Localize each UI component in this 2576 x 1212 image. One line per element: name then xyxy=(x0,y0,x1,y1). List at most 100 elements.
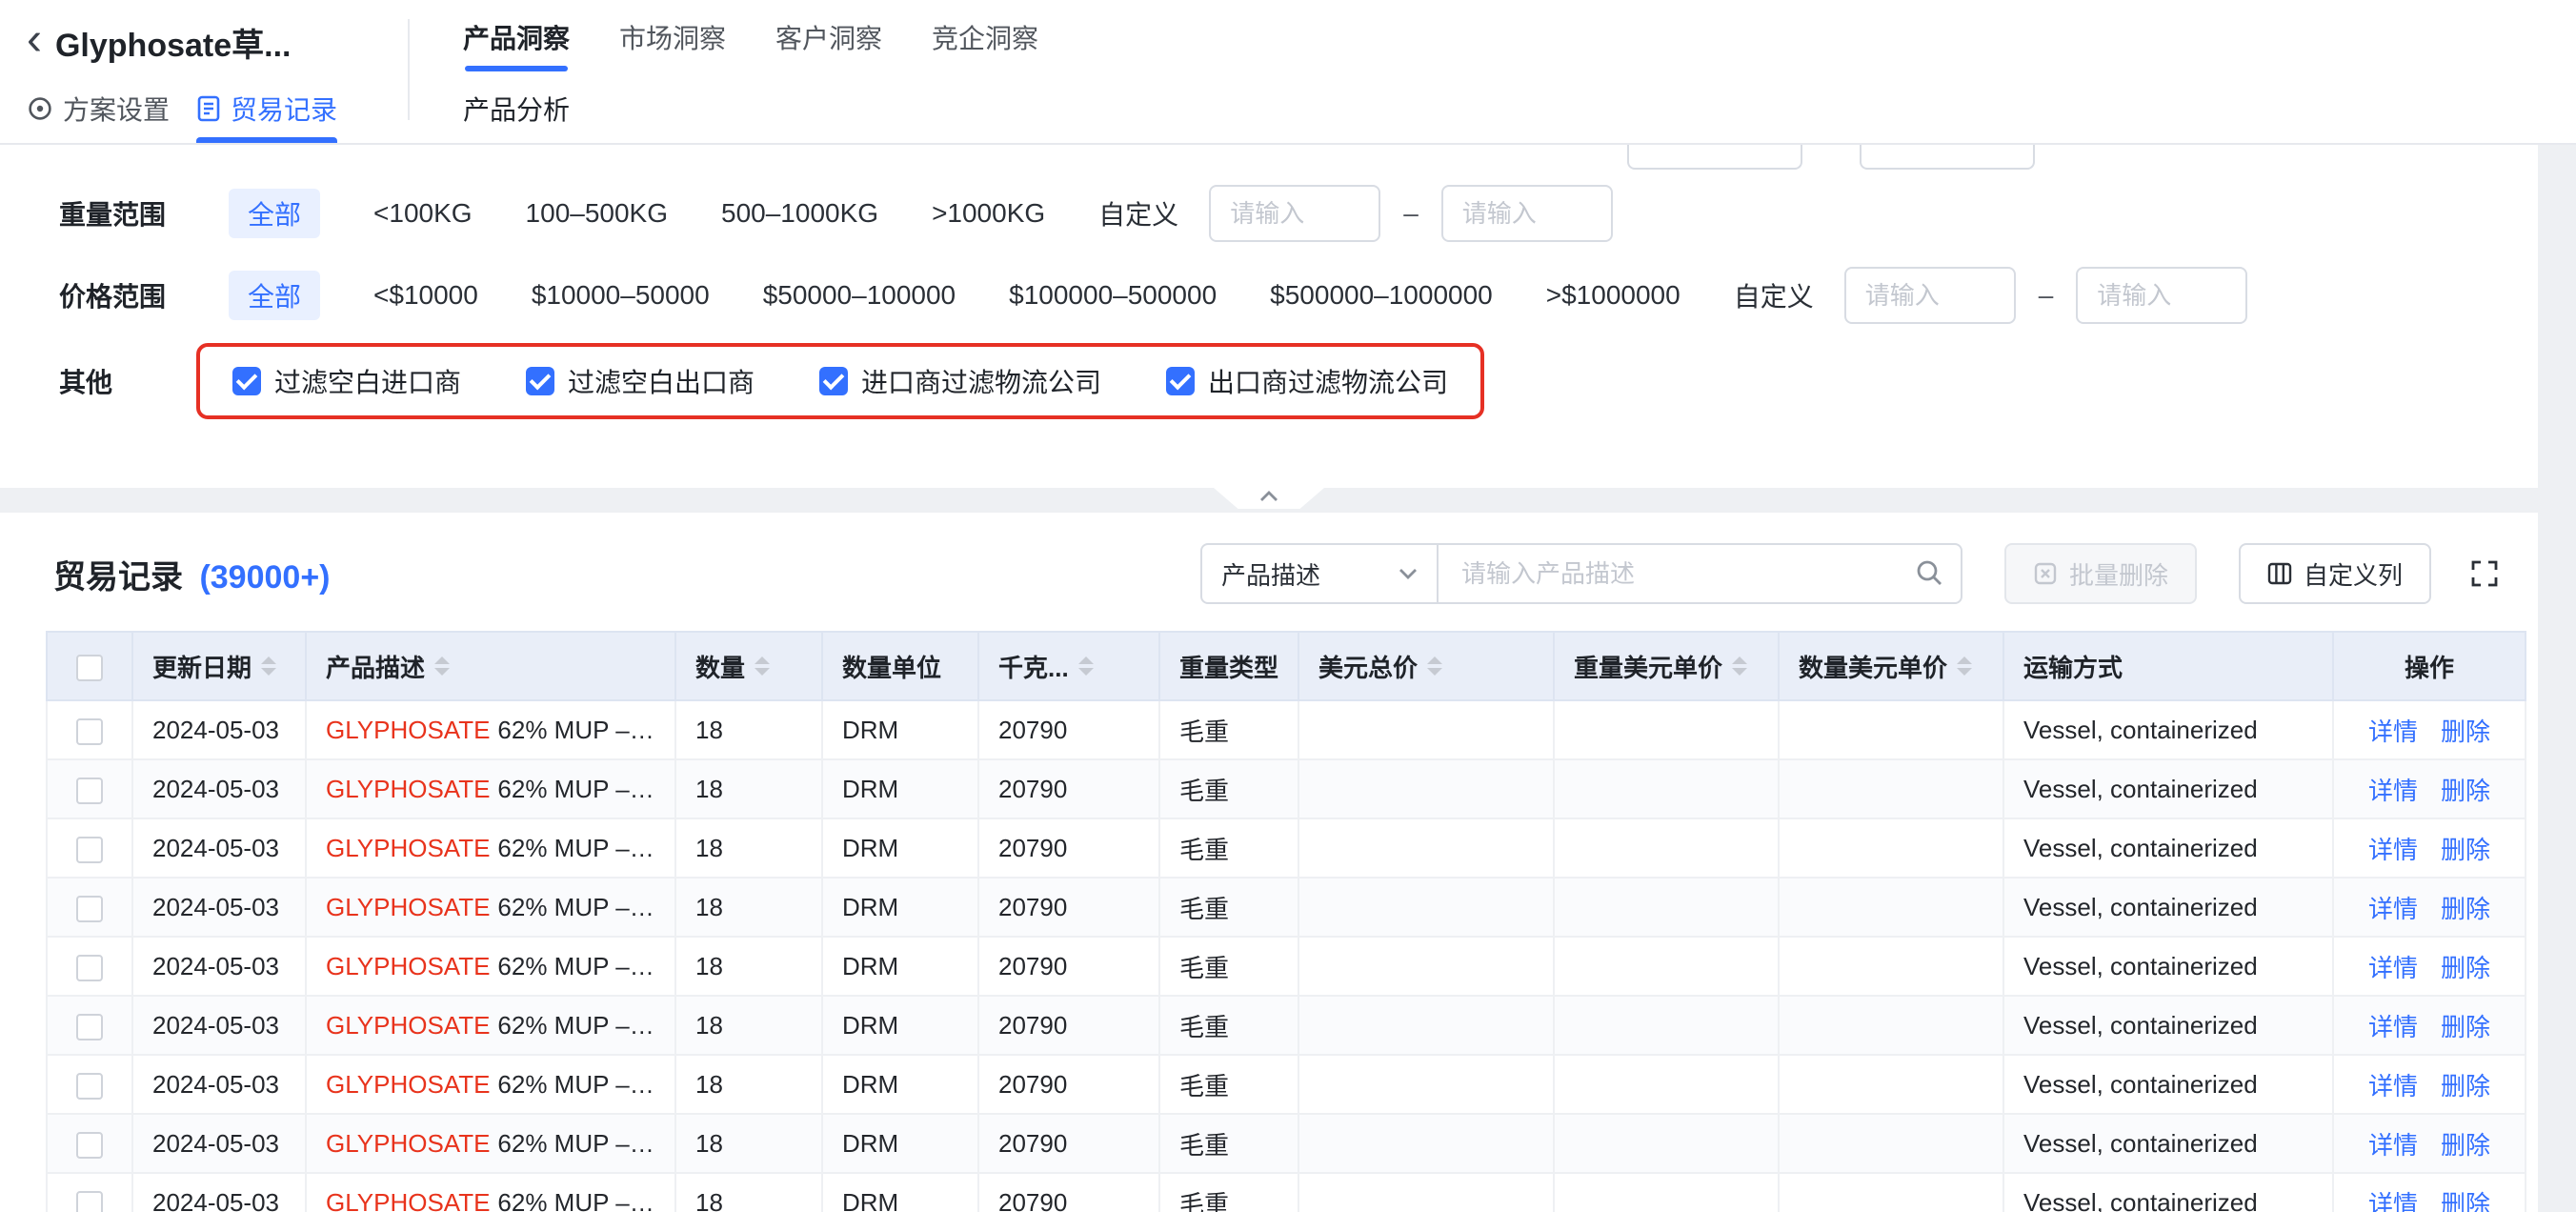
sort-icon[interactable] xyxy=(1957,656,1972,676)
detail-link[interactable]: 详情 xyxy=(2368,717,2418,746)
detail-link[interactable]: 详情 xyxy=(2368,1131,2418,1160)
search-input[interactable] xyxy=(1437,543,1962,604)
detail-link[interactable]: 详情 xyxy=(2368,1190,2418,1212)
search-field-select[interactable]: 产品描述 xyxy=(1200,543,1439,604)
col-quantity-unit: 数量单位 xyxy=(822,632,978,700)
detail-link[interactable]: 详情 xyxy=(2368,1013,2418,1041)
filter-option[interactable]: <100KG xyxy=(373,198,473,229)
search-icon[interactable] xyxy=(1915,558,1943,587)
delete-link[interactable]: 删除 xyxy=(2441,1072,2490,1101)
row-checkbox[interactable] xyxy=(76,778,103,804)
filter-checkbox-item[interactable]: 过滤空白进口商 xyxy=(232,362,461,400)
filter-checkbox-item[interactable]: 进口商过滤物流公司 xyxy=(819,362,1101,400)
filter-option[interactable]: $10000–50000 xyxy=(532,280,710,311)
back-icon[interactable]: ‹ xyxy=(27,21,42,59)
filter-checkbox-item[interactable]: 出口商过滤物流公司 xyxy=(1166,362,1448,400)
columns-icon xyxy=(2267,561,2292,586)
checkbox-checked-icon[interactable] xyxy=(819,367,848,395)
col-usd-per-qty[interactable]: 数量美元单价 xyxy=(1779,632,2003,700)
cell-transport-mode: Vessel, containerized xyxy=(2003,700,2333,759)
row-checkbox[interactable] xyxy=(76,896,103,922)
sort-icon[interactable] xyxy=(755,656,770,676)
row-checkbox[interactable] xyxy=(76,1132,103,1159)
clipped-input-left[interactable] xyxy=(1627,145,1802,170)
detail-link[interactable]: 详情 xyxy=(2368,895,2418,923)
col-update-date[interactable]: 更新日期 xyxy=(132,632,306,700)
detail-link[interactable]: 详情 xyxy=(2368,1072,2418,1101)
detail-link[interactable]: 详情 xyxy=(2368,777,2418,805)
delete-link[interactable]: 删除 xyxy=(2441,1190,2490,1212)
cell-product-desc: GLYPHOSATE62% MUP – I... xyxy=(306,1173,675,1212)
filter-option[interactable]: $500000–1000000 xyxy=(1270,280,1493,311)
main-tab[interactable]: 竞企洞察 xyxy=(932,0,1038,75)
main-tab[interactable]: 产品洞察 xyxy=(463,0,570,75)
filter-option[interactable]: >$1000000 xyxy=(1546,280,1680,311)
tab-product-analysis[interactable]: 产品分析 xyxy=(463,75,570,143)
custom-columns-button[interactable]: 自定义列 xyxy=(2239,543,2431,604)
filter-option[interactable]: >1000KG xyxy=(932,198,1045,229)
weight-max-input[interactable] xyxy=(1441,185,1613,242)
detail-link[interactable]: 详情 xyxy=(2368,836,2418,864)
col-usd-per-weight[interactable]: 重量美元单价 xyxy=(1554,632,1779,700)
filter-option[interactable]: $100000–500000 xyxy=(1009,280,1217,311)
delete-link[interactable]: 删除 xyxy=(2441,1131,2490,1160)
delete-link[interactable]: 删除 xyxy=(2441,717,2490,746)
checkbox-checked-icon[interactable] xyxy=(1166,367,1195,395)
checkbox-checked-icon[interactable] xyxy=(232,367,261,395)
price-custom-option[interactable]: 自定义 xyxy=(1734,276,1814,314)
delete-link[interactable]: 删除 xyxy=(2441,777,2490,805)
delete-link[interactable]: 删除 xyxy=(2441,954,2490,982)
select-all-checkbox[interactable] xyxy=(76,655,103,681)
price-max-input[interactable] xyxy=(2076,267,2247,324)
delete-link[interactable]: 删除 xyxy=(2441,836,2490,864)
cell-usd-per-qty xyxy=(1779,818,2003,878)
row-checkbox[interactable] xyxy=(76,837,103,863)
cell-quantity: 18 xyxy=(675,818,822,878)
batch-delete-button[interactable]: 批量删除 xyxy=(2004,543,2197,604)
filter-option[interactable]: 全部 xyxy=(229,271,320,320)
sort-icon[interactable] xyxy=(261,656,276,676)
col-kilograms[interactable]: 千克... xyxy=(978,632,1159,700)
row-checkbox[interactable] xyxy=(76,1014,103,1040)
sort-icon[interactable] xyxy=(1427,656,1442,676)
sort-icon[interactable] xyxy=(1732,656,1747,676)
range-separator: – xyxy=(1403,198,1419,229)
cell-actions: 详情删除 xyxy=(2333,937,2526,996)
col-usd-total[interactable]: 美元总价 xyxy=(1298,632,1554,700)
delete-link[interactable]: 删除 xyxy=(2441,895,2490,923)
nav-plan-settings[interactable]: 方案设置 xyxy=(27,74,170,143)
filter-checkbox-item[interactable]: 过滤空白出口商 xyxy=(526,362,755,400)
weight-min-input[interactable] xyxy=(1209,185,1380,242)
sort-icon[interactable] xyxy=(434,656,450,676)
toolbar-controls: 产品描述 批量删除 xyxy=(1200,543,2519,604)
main-tab[interactable]: 市场洞察 xyxy=(619,0,726,75)
col-product-desc[interactable]: 产品描述 xyxy=(306,632,675,700)
checkbox-label: 过滤空白进口商 xyxy=(274,362,461,400)
filter-option[interactable]: $50000–100000 xyxy=(763,280,956,311)
clipped-input-right[interactable] xyxy=(1860,145,2035,170)
chevron-up-icon xyxy=(1259,491,1278,502)
col-quantity[interactable]: 数量 xyxy=(675,632,822,700)
row-checkbox[interactable] xyxy=(76,955,103,981)
filter-option[interactable]: 全部 xyxy=(229,189,320,238)
price-min-input[interactable] xyxy=(1844,267,2016,324)
document-icon xyxy=(196,95,221,122)
delete-link[interactable]: 删除 xyxy=(2441,1013,2490,1041)
sort-icon[interactable] xyxy=(1078,656,1094,676)
col-label: 更新日期 xyxy=(152,649,252,684)
cell-checkbox xyxy=(47,937,132,996)
weight-custom-option[interactable]: 自定义 xyxy=(1098,194,1178,232)
cell-usd-per-weight xyxy=(1554,996,1779,1055)
row-checkbox[interactable] xyxy=(76,1191,103,1212)
desc-rest: 62% MUP – I... xyxy=(497,716,663,744)
main-tab[interactable]: 客户洞察 xyxy=(775,0,882,75)
row-checkbox[interactable] xyxy=(76,1073,103,1100)
checkbox-checked-icon[interactable] xyxy=(526,367,554,395)
filter-option[interactable]: 100–500KG xyxy=(526,198,668,229)
detail-link[interactable]: 详情 xyxy=(2368,954,2418,982)
fullscreen-icon[interactable] xyxy=(2469,558,2500,589)
row-checkbox[interactable] xyxy=(76,718,103,745)
nav-trade-records[interactable]: 贸易记录 xyxy=(196,74,337,143)
filter-option[interactable]: 500–1000KG xyxy=(721,198,878,229)
filter-option[interactable]: <$10000 xyxy=(373,280,478,311)
